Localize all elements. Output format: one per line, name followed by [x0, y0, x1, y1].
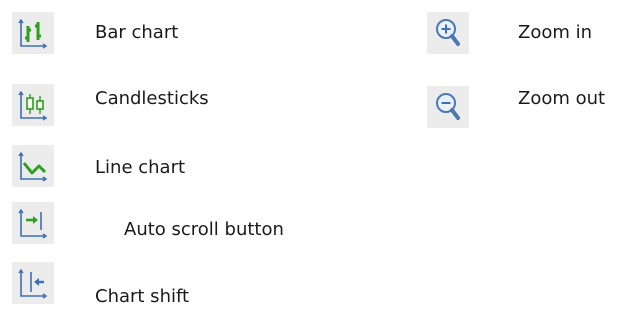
- bar-chart-icon[interactable]: [12, 12, 54, 54]
- bar-chart-label: Bar chart: [95, 22, 179, 43]
- line-chart-icon[interactable]: [12, 145, 54, 187]
- auto-scroll-icon[interactable]: [12, 202, 54, 244]
- zoom-in-icon[interactable]: [427, 12, 469, 54]
- candlesticks-label: Candlesticks: [95, 88, 209, 109]
- chart-shift-label: Chart shift: [95, 286, 190, 307]
- zoom-out-icon[interactable]: [427, 86, 469, 128]
- chart-shift-icon[interactable]: [12, 262, 54, 304]
- auto-scroll-label: Auto scroll button: [124, 219, 284, 240]
- zoom-in-label: Zoom in: [518, 22, 593, 43]
- candlesticks-icon[interactable]: [12, 84, 54, 126]
- zoom-out-label: Zoom out: [518, 88, 606, 109]
- line-chart-label: Line chart: [95, 157, 186, 178]
